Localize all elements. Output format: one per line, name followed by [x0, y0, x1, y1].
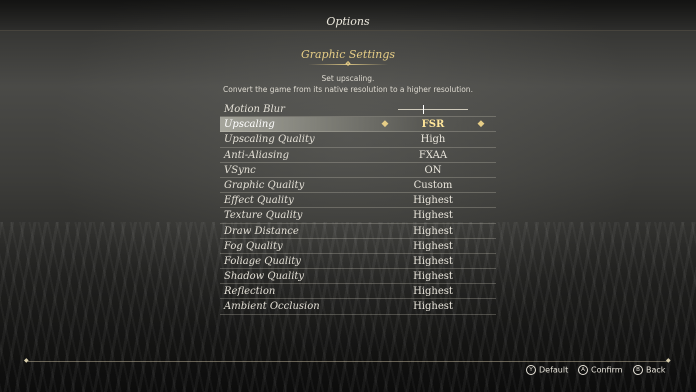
- setting-row-motion-blur[interactable]: Motion Blur: [220, 102, 496, 118]
- setting-row-ambient-occlusion[interactable]: Ambient Occlusion Highest: [220, 299, 496, 315]
- setting-value: Custom: [413, 179, 453, 191]
- footer-divider: [28, 361, 668, 362]
- setting-label: Texture Quality: [224, 210, 303, 222]
- setting-label: Motion Blur: [224, 104, 285, 115]
- setting-row-fog-quality[interactable]: Fog Quality Highest: [220, 239, 496, 254]
- setting-value: Highest: [413, 271, 453, 283]
- setting-value: Highest: [413, 255, 453, 267]
- ornate-right-arrow-icon[interactable]: ◆: [474, 120, 488, 129]
- setting-value: FXAA: [418, 149, 448, 161]
- slider-thumb[interactable]: [423, 105, 425, 114]
- confirm-label: Confirm: [591, 365, 623, 375]
- setting-value: Highest: [413, 225, 453, 237]
- setting-value: Highest: [413, 301, 453, 313]
- setting-label: Anti-Aliasing: [224, 149, 290, 161]
- setting-row-graphic-quality[interactable]: Graphic Quality Custom: [220, 178, 496, 194]
- setting-label: Effect Quality: [224, 195, 294, 207]
- setting-label: Foliage Quality: [224, 255, 301, 267]
- page-title: Options: [326, 15, 370, 28]
- setting-value: High: [420, 134, 446, 146]
- a-button-icon: A: [578, 365, 588, 375]
- setting-row-foliage-quality[interactable]: Foliage Quality Highest: [220, 254, 496, 270]
- setting-label: Reflection: [224, 286, 276, 298]
- motion-blur-slider[interactable]: [398, 109, 468, 110]
- setting-row-anti-aliasing[interactable]: Anti-Aliasing FXAA: [220, 148, 496, 163]
- setting-label: Ambient Occlusion: [224, 301, 320, 313]
- y-button-icon: Y: [526, 365, 536, 375]
- confirm-button[interactable]: A Confirm: [578, 365, 623, 376]
- default-label: Default: [539, 365, 569, 375]
- setting-label: VSync: [224, 164, 256, 176]
- setting-row-upscaling[interactable]: Upscaling ◆ FSR ◆: [220, 117, 496, 133]
- settings-list: Motion Blur Upscaling ◆ FSR ◆ Upscaling …: [220, 102, 496, 315]
- setting-label: Graphic Quality: [224, 179, 305, 191]
- setting-row-upscaling-quality[interactable]: Upscaling Quality High: [220, 132, 496, 148]
- setting-row-draw-distance[interactable]: Draw Distance Highest: [220, 224, 496, 239]
- setting-description-detail: Convert the game from its native resolut…: [223, 85, 473, 94]
- default-button[interactable]: Y Default: [526, 365, 568, 376]
- setting-row-shadow-quality[interactable]: Shadow Quality Highest: [220, 269, 496, 285]
- setting-label: Fog Quality: [224, 240, 283, 252]
- ornament-icon: ❖: [344, 60, 352, 68]
- setting-row-texture-quality[interactable]: Texture Quality Highest: [220, 208, 496, 224]
- setting-label: Upscaling: [224, 119, 275, 131]
- setting-row-reflection[interactable]: Reflection Highest: [220, 284, 496, 300]
- back-button[interactable]: B Back: [633, 365, 665, 376]
- setting-value: ON: [424, 164, 442, 176]
- back-label: Back: [646, 365, 666, 375]
- divider-right-cap-icon: ◆: [666, 357, 671, 364]
- setting-value: Highest: [413, 195, 453, 207]
- setting-description: Set upscaling.: [321, 74, 375, 83]
- setting-value: Highest: [413, 210, 453, 222]
- setting-label: Draw Distance: [224, 225, 299, 237]
- setting-row-vsync[interactable]: VSync ON: [220, 163, 496, 178]
- setting-label: Shadow Quality: [224, 271, 305, 283]
- setting-label: Upscaling Quality: [224, 134, 315, 146]
- setting-value: Highest: [413, 286, 453, 298]
- setting-row-effect-quality[interactable]: Effect Quality Highest: [220, 193, 496, 209]
- b-button-icon: B: [633, 365, 643, 375]
- setting-value: Highest: [413, 240, 453, 252]
- divider-left-cap-icon: ◆: [24, 357, 29, 364]
